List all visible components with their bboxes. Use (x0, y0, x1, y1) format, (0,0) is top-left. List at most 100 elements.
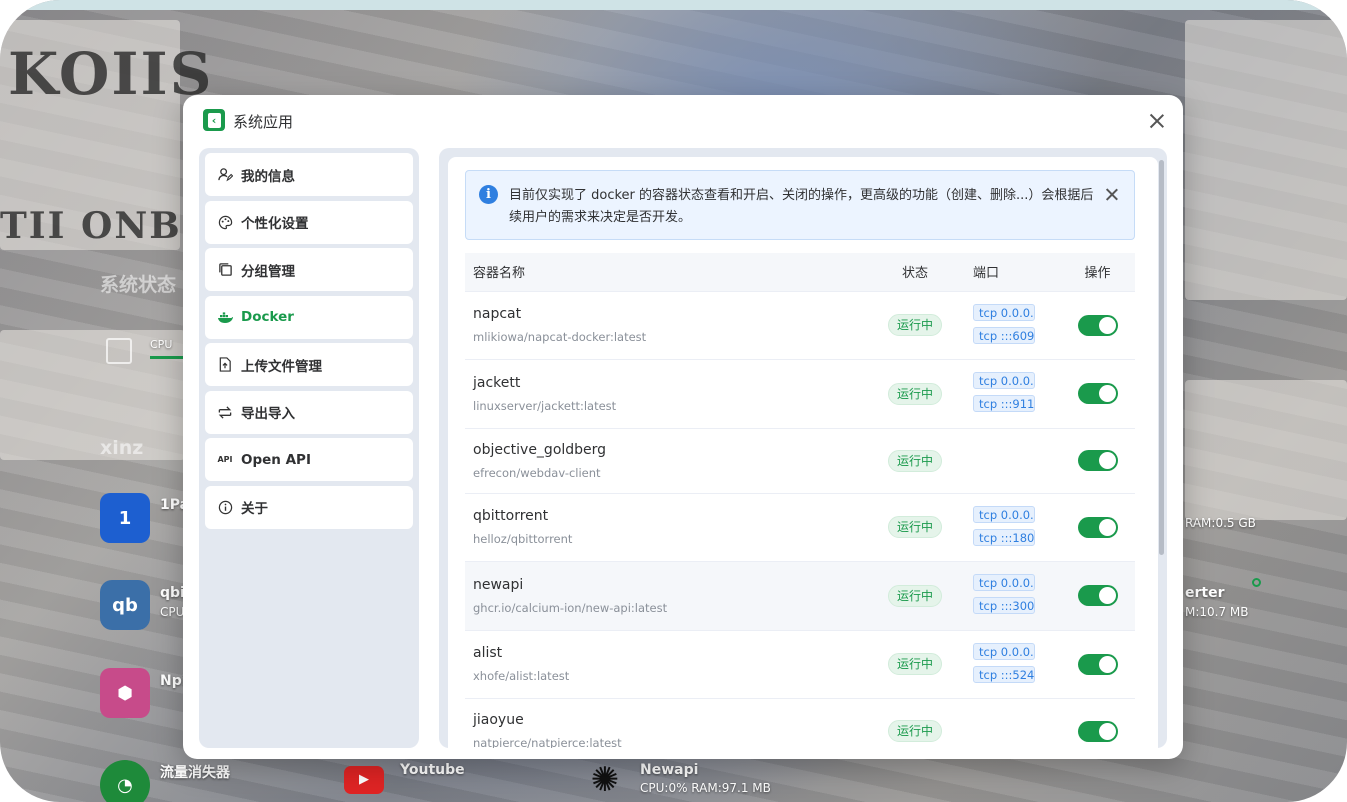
qbittorrent-icon[interactable]: qb (100, 580, 150, 630)
status-badge: 运行中 (887, 449, 942, 472)
sidebar-item-about[interactable]: 关于 (205, 485, 413, 529)
column-header-status: 状态 (865, 253, 965, 292)
container-name: jiaoyue (473, 712, 524, 728)
background-paper (1185, 20, 1347, 300)
status-badge: 运行中 (887, 516, 942, 538)
speedometer-icon[interactable]: ◔ (100, 760, 150, 802)
onepanel-icon[interactable]: 1 (100, 493, 150, 543)
app-label: qbi (160, 585, 185, 601)
api-icon: API (217, 455, 233, 464)
port-tag: tcp :::5244 (973, 665, 1035, 683)
table-row: jackett linuxserver/jackett:latest 运行中 tc… (465, 359, 1135, 428)
container-toggle-switch[interactable] (1077, 585, 1118, 606)
container-image: linuxserver/jackett:latest (473, 398, 617, 413)
youtube-icon[interactable]: ▶ (342, 760, 386, 800)
status-badge: 运行中 (887, 314, 942, 336)
info-circle-icon: i (479, 185, 498, 204)
system-status-heading: 系统状态 (100, 274, 177, 296)
back-square-icon: ‹ (203, 109, 225, 131)
app-label: 流量消失器 (160, 765, 230, 781)
app-ram: RAM:0.5 GB (1185, 516, 1256, 530)
port-tag: tcp :::9117 (973, 395, 1035, 412)
group-heading: xinz (100, 437, 144, 459)
column-header-name: 容器名称 (465, 253, 865, 292)
cpu-label: CPU (150, 338, 173, 351)
port-tag: tcp 0.0.0.0 (973, 642, 1035, 660)
status-badge: 运行中 (887, 720, 942, 742)
column-header-ports: 端口 (965, 253, 1060, 292)
modal-close-button[interactable] (1145, 109, 1169, 133)
container-name: jackett (473, 374, 521, 391)
openai-icon[interactable]: ✺ (580, 755, 630, 802)
table-row: qbittorrent helloz/qbittorrent 运行中 tcp 0.… (465, 493, 1135, 561)
modal-title: 系统应用 (233, 113, 294, 131)
container-image: mlikiowa/napcat-docker:latest (473, 330, 647, 344)
container-toggle-switch[interactable] (1077, 720, 1118, 742)
table-header-row: 容器名称 状态 端口 操作 (465, 253, 1135, 292)
status-badge: 运行中 (887, 653, 942, 675)
sidebar-item-label: Docker (241, 309, 294, 325)
sidebar-item-label: 我的信息 (241, 168, 295, 185)
info-alert: i 目前仅实现了 docker 的容器状态查看和开启、关闭的操作，更高级的功能（… (465, 170, 1135, 240)
container-image: natpierce/natpierce:latest (473, 736, 622, 748)
container-toggle-switch[interactable] (1077, 383, 1118, 404)
info-icon (217, 499, 233, 515)
port-tag: tcp :::3000 (973, 597, 1035, 614)
container-name: qbittorrent (473, 508, 549, 524)
sidebar-item-my-info[interactable]: 我的信息 (205, 153, 413, 196)
port-tag: tcp :::6099 (973, 326, 1035, 344)
table-row: objective_goldberg efrecon/webdav-client … (465, 428, 1135, 493)
app-ram: M:10.7 MB (1185, 605, 1249, 619)
cpu-chip-icon (106, 338, 132, 364)
app-sub: CPU:0% RAM:97.1 MB (640, 781, 771, 795)
table-row: napcat mlikiowa/napcat-docker:latest 运行中 … (465, 291, 1135, 359)
port-tag: tcp 0.0.0.0 (973, 574, 1035, 591)
port-tag: tcp 0.0.0.0 (973, 372, 1035, 389)
app-label: Youtube (400, 762, 465, 778)
app-label: Newapi (640, 762, 699, 778)
nginx-proxy-icon[interactable]: ⬢ (100, 668, 150, 718)
container-image: helloz/qbittorrent (473, 532, 573, 546)
desktop-top-strip (0, 0, 1347, 10)
sidebar-item-personalization[interactable]: 个性化设置 (205, 200, 413, 244)
port-tag: tcp 0.0.0.0 (973, 303, 1035, 321)
container-toggle-switch[interactable] (1077, 314, 1118, 336)
panel-scrollbar[interactable] (1159, 160, 1164, 555)
sidebar-item-label: 上传文件管理 (241, 358, 322, 375)
container-toggle-switch[interactable] (1077, 516, 1118, 538)
port-tag: tcp :::1808 (973, 528, 1035, 546)
online-dot (1252, 578, 1261, 587)
alert-close-button[interactable] (1104, 187, 1120, 203)
sidebar-item-open-api[interactable]: API Open API (205, 438, 413, 481)
table-row: alist xhofe/alist:latest 运行中 tcp 0.0.0.0 t… (465, 630, 1135, 698)
sidebar-item-export-import[interactable]: 导出导入 (205, 390, 413, 434)
copy-icon (217, 262, 233, 278)
docker-panel-content: i 目前仅实现了 docker 的容器状态查看和开启、关闭的操作，更高级的功能（… (448, 157, 1158, 748)
table-row: jiaoyue natpierce/natpierce:latest 运行中 (465, 698, 1135, 748)
sidebar-item-group-management[interactable]: 分组管理 (205, 248, 413, 291)
table-row: newapi ghcr.io/calcium-ion/new-api:latest… (465, 561, 1135, 630)
alert-message: 目前仅实现了 docker 的容器状态查看和开启、关闭的操作，更高级的功能（创建… (509, 188, 1094, 225)
container-name: newapi (473, 576, 524, 593)
palette-icon (217, 214, 233, 230)
cpu-usage-bar (150, 356, 185, 359)
app-label: erter (1185, 585, 1225, 601)
file-upload-icon (217, 357, 233, 373)
container-name: alist (473, 645, 503, 661)
status-badge: 运行中 (887, 584, 942, 607)
column-header-actions: 操作 (1060, 253, 1135, 292)
container-image: xhofe/alist:latest (473, 669, 570, 683)
container-toggle-switch[interactable] (1077, 450, 1118, 471)
sidebar-item-docker[interactable]: Docker (205, 295, 413, 339)
app-sub: CPU (160, 605, 185, 619)
transfer-icon (217, 404, 233, 420)
container-name: objective_goldberg (473, 441, 607, 458)
background-paper (1185, 380, 1347, 520)
settings-sidebar: 我的信息 个性化设置 分组管理 Docker 上传文件管理 导出导入 API O… (199, 148, 419, 748)
container-table: 容器名称 状态 端口 操作 napcat mlikiowa/napcat-dock… (465, 253, 1135, 748)
status-badge: 运行中 (887, 382, 942, 405)
container-toggle-switch[interactable] (1077, 653, 1118, 675)
sidebar-item-upload-file-management[interactable]: 上传文件管理 (205, 343, 413, 386)
system-apps-modal: ‹ 系统应用 我的信息 个性化设置 分组管理 Docker 上传文件管理 导出导… (183, 95, 1183, 759)
sidebar-item-label: 分组管理 (241, 263, 295, 280)
